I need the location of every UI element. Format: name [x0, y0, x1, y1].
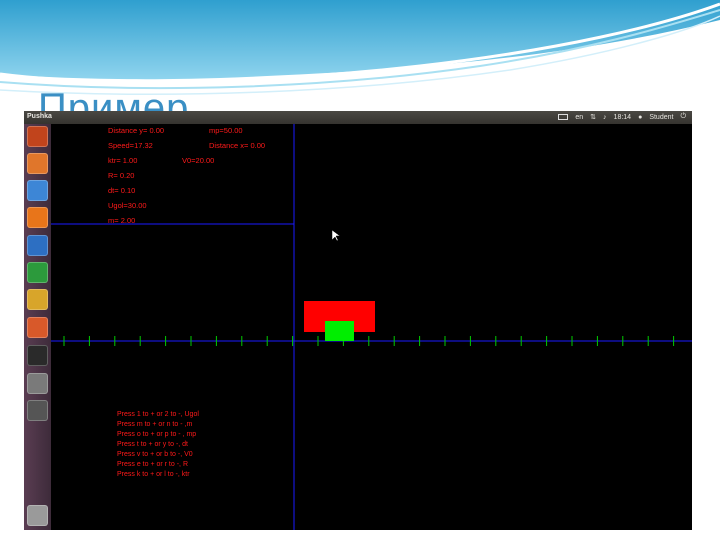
- simulation-canvas[interactable]: Distance y= 0.00 mp=50.00 Speed=17.32 Di…: [51, 124, 692, 530]
- screenshot-window: Pushka en ⇅ ♪ 18:14 ● Student ⏻ Distance…: [24, 111, 692, 530]
- speed-label: Speed=17.32: [108, 141, 153, 150]
- volume-icon[interactable]: ♪: [603, 114, 607, 121]
- r-label: R= 0.20: [108, 171, 135, 180]
- projectile: [325, 321, 354, 341]
- ubuntu-dash-icon[interactable]: [27, 126, 48, 147]
- distance-x-label: Distance x= 0.00: [209, 141, 266, 150]
- distance-y-label: Distance y= 0.00: [108, 126, 165, 135]
- v0-label: V0=20.00: [182, 156, 215, 165]
- home-folder-icon[interactable]: [27, 153, 48, 174]
- help-icon[interactable]: [27, 373, 48, 394]
- app-icon[interactable]: [27, 289, 48, 310]
- user-name[interactable]: Student: [649, 114, 673, 121]
- window-icon[interactable]: [27, 400, 48, 421]
- help-line: Press k to + or l to -, ktr: [117, 471, 190, 478]
- controls-help: Press 1 to + or 2 to -, Ugol Press m to …: [117, 410, 199, 480]
- network-icon[interactable]: ⇅: [590, 113, 596, 121]
- help-line: Press v to + or b to -, V0: [117, 451, 193, 458]
- m-label: m= 2.00: [108, 216, 136, 225]
- writer-icon[interactable]: [27, 235, 48, 256]
- clock[interactable]: 18:14: [614, 114, 632, 121]
- help-line: Press t to + or y to -, dt: [117, 441, 188, 448]
- power-icon[interactable]: ⏻: [680, 113, 686, 121]
- launcher: [24, 124, 51, 530]
- terminal-icon[interactable]: [27, 345, 48, 366]
- dt-label: dt= 0.10: [108, 186, 136, 195]
- trash-icon[interactable]: [27, 505, 48, 526]
- system-tray: en ⇅ ♪ 18:14 ● Student ⏻: [558, 113, 686, 121]
- impress-icon[interactable]: [27, 317, 48, 338]
- top-panel: Pushka en ⇅ ♪ 18:14 ● Student ⏻: [24, 111, 692, 124]
- user-icon: ●: [638, 113, 643, 121]
- mouse-cursor-icon: [331, 229, 341, 242]
- ktr-label: ktr= 1.00: [108, 156, 138, 165]
- firefox-icon[interactable]: [27, 207, 48, 228]
- chromium-icon[interactable]: [27, 180, 48, 201]
- help-line: Press 1 to + or 2 to -, Ugol: [117, 411, 199, 418]
- keyboard-layout[interactable]: en: [575, 114, 583, 121]
- app-name: Pushka: [27, 113, 52, 120]
- help-line: Press e to + or r to -, R: [117, 461, 188, 468]
- keyboard-icon[interactable]: [558, 114, 569, 120]
- help-line: Press o to + or p to - , mp: [117, 431, 197, 438]
- calc-icon[interactable]: [27, 262, 48, 283]
- help-line: Press m to + or n to - ,m: [117, 421, 193, 428]
- mp-label: mp=50.00: [209, 126, 243, 135]
- ugol-label: Ugol=30.00: [108, 201, 147, 210]
